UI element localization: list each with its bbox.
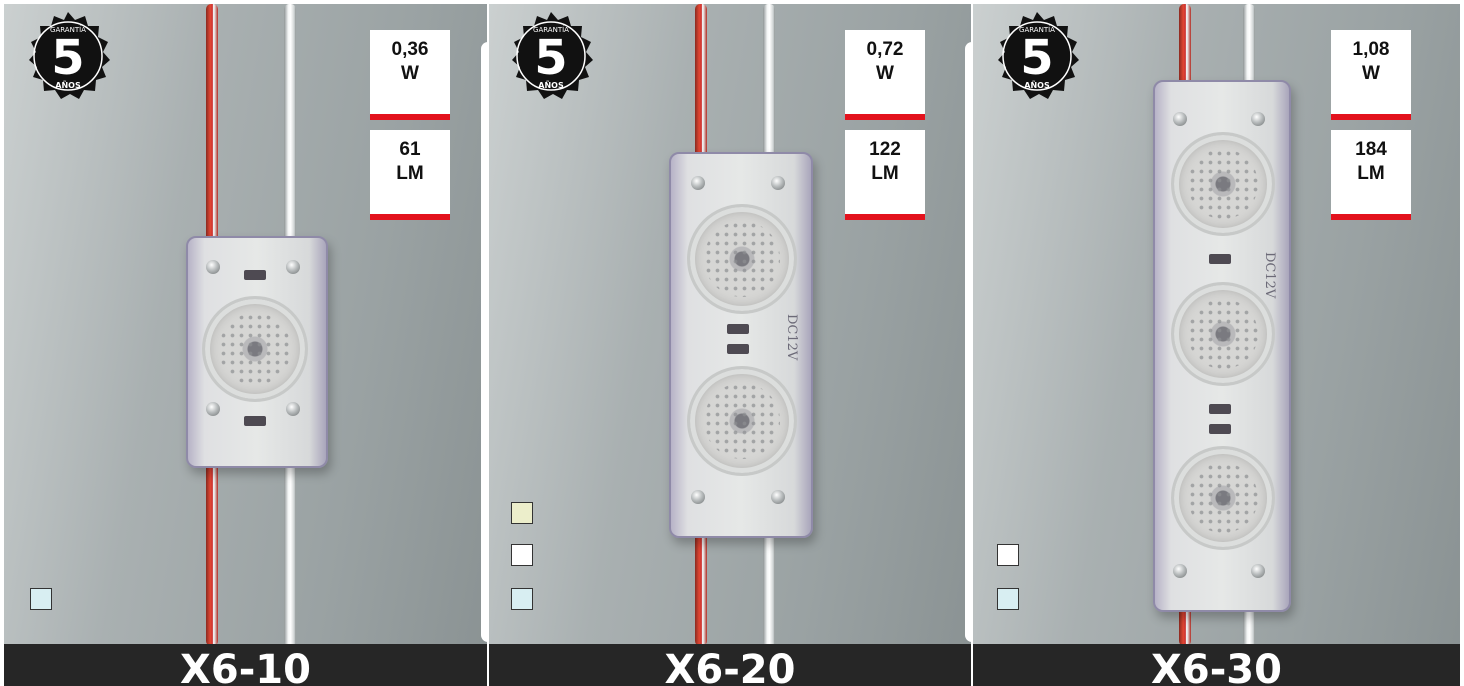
warranty-badge: GARANTÍA 5 AÑOS	[505, 10, 597, 102]
power-unit: W	[876, 63, 894, 84]
power-value: 0,72	[866, 39, 904, 60]
color-swatch-warm-white	[511, 502, 533, 524]
lumen-value: 184	[1355, 139, 1387, 160]
product-panel-x6-30: DC12V GARANTÍA 5 AÑOS 1,08 W 184 LM X6-3…	[973, 4, 1460, 686]
lumen-value: 122	[869, 139, 901, 160]
color-swatch-cool-white	[511, 588, 533, 610]
svg-text:5: 5	[51, 30, 84, 86]
svg-text:AÑOS: AÑOS	[55, 80, 81, 90]
lumen-spec: 61 LM	[370, 130, 450, 220]
lumen-unit: LM	[396, 163, 424, 184]
warranty-badge: GARANTÍA 5 AÑOS	[22, 10, 114, 102]
lumen-unit: LM	[1357, 163, 1385, 184]
warranty-badge: GARANTÍA 5 AÑOS	[991, 10, 1083, 102]
svg-text:AÑOS: AÑOS	[1024, 80, 1050, 90]
voltage-print: DC12V	[1262, 252, 1277, 299]
power-spec: 1,08 W	[1331, 30, 1411, 120]
led-module-image: DC12V	[1153, 80, 1291, 612]
power-spec: 0,36 W	[370, 30, 450, 120]
color-swatch-white	[511, 544, 533, 566]
led-module-image	[186, 236, 328, 468]
lumen-spec: 184 LM	[1331, 130, 1411, 220]
power-spec: 0,72 W	[845, 30, 925, 120]
svg-text:5: 5	[534, 30, 567, 86]
model-name: X6-30	[973, 644, 1460, 686]
power-value: 1,08	[1352, 39, 1390, 60]
power-value: 0,36	[391, 39, 429, 60]
svg-text:AÑOS: AÑOS	[538, 80, 564, 90]
lumen-value: 61	[399, 139, 421, 160]
lumen-spec: 122 LM	[845, 130, 925, 220]
led-module-image: DC12V	[669, 152, 813, 538]
color-swatch-cool-white	[30, 588, 52, 610]
lumen-unit: LM	[871, 163, 899, 184]
power-unit: W	[401, 63, 419, 84]
voltage-print: DC12V	[784, 314, 799, 361]
product-panel-x6-20: DC12V GARANTÍA 5 AÑOS 0,72 W 122 LM X6-2…	[489, 4, 971, 686]
color-swatch-white	[997, 544, 1019, 566]
model-name: X6-20	[489, 644, 971, 686]
product-panel-x6-10: GARANTÍA 5 AÑOS 0,36 W 61 LM X6-10	[4, 4, 487, 686]
svg-text:5: 5	[1020, 30, 1053, 86]
color-swatch-cool-white	[997, 588, 1019, 610]
power-unit: W	[1362, 63, 1380, 84]
model-name: X6-10	[4, 644, 487, 686]
